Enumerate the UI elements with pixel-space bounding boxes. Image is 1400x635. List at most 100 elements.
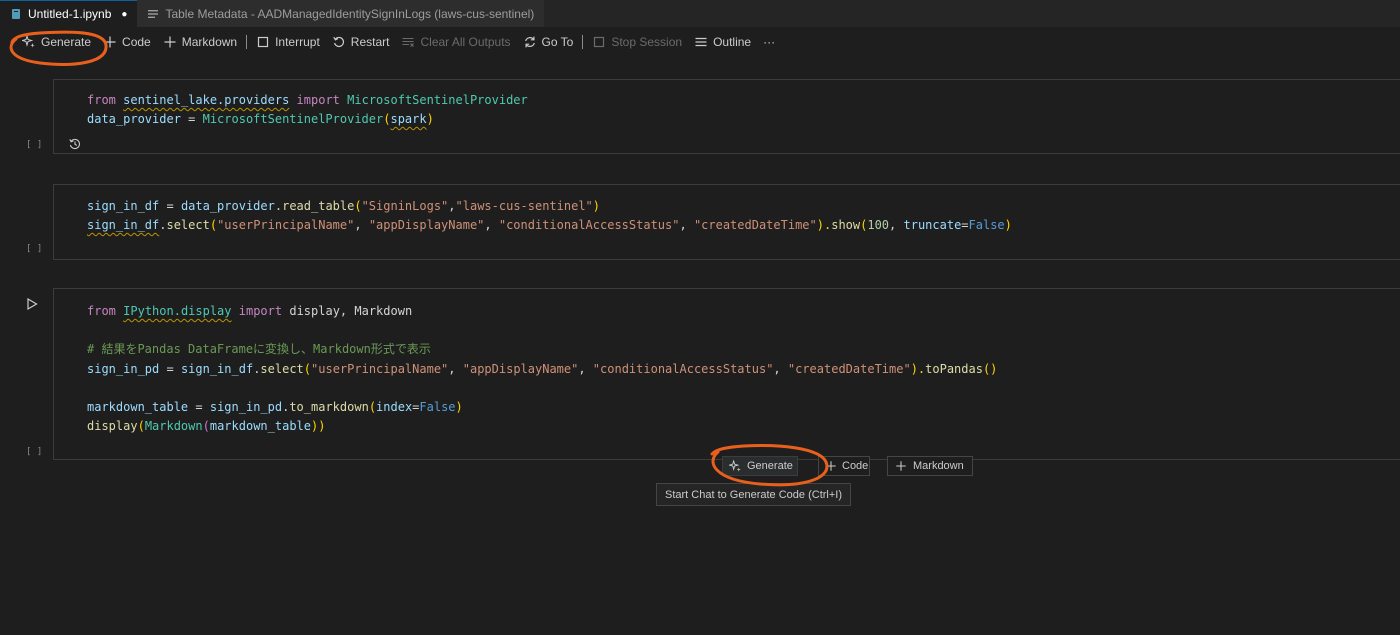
generate-button[interactable]: Generate xyxy=(16,31,97,53)
stop-square-icon xyxy=(256,35,270,49)
token: select xyxy=(260,361,304,376)
token: "userPrincipalName" xyxy=(311,361,449,376)
token: import xyxy=(296,93,340,107)
token: Markdown xyxy=(144,419,203,434)
toolbar-divider xyxy=(246,35,248,49)
token: "SigninLogs" xyxy=(361,199,449,213)
tab-label: Table Metadata - AADManagedIdentitySignI… xyxy=(165,6,535,21)
tab-untitled-notebook[interactable]: Untitled-1.ipynb ● xyxy=(0,0,138,27)
token: "conditionalAccessStatus" xyxy=(498,218,680,233)
token: "appDisplayName" xyxy=(368,218,485,233)
token: = xyxy=(961,218,969,233)
token: "laws-cus-sentinel" xyxy=(455,199,593,213)
token: , xyxy=(889,218,904,233)
token: ( xyxy=(137,419,145,434)
restart-button[interactable]: Restart xyxy=(326,31,396,53)
token: markdown_table xyxy=(209,419,311,434)
plus-icon xyxy=(894,459,908,473)
token: display, Markdown xyxy=(289,304,413,318)
token: ). xyxy=(816,218,832,233)
sync-arrows-icon xyxy=(523,35,537,49)
token: to_markdown xyxy=(289,400,369,415)
token: spark xyxy=(390,112,427,127)
code-cell-1[interactable]: from sentinel_lake.providers import Micr… xyxy=(53,79,1400,154)
token: , xyxy=(484,218,499,233)
restart-icon xyxy=(332,35,346,49)
token: display xyxy=(87,419,138,434)
token: )) xyxy=(311,419,326,434)
token: "appDisplayName" xyxy=(462,361,579,376)
go-to-button[interactable]: Go To xyxy=(517,31,580,53)
add-markdown-button[interactable]: Markdown xyxy=(157,31,243,53)
token: , xyxy=(448,199,456,213)
insert-markdown-button[interactable]: Markdown xyxy=(887,456,973,476)
token: data_provider xyxy=(180,199,275,213)
notebook-icon xyxy=(10,8,22,20)
token: ( xyxy=(202,419,210,434)
stop-session-label: Stop Session xyxy=(611,35,683,49)
outline-button[interactable]: Outline xyxy=(688,31,757,53)
tab-label: Untitled-1.ipynb xyxy=(28,7,112,21)
token: = xyxy=(188,400,210,415)
insert-generate-button[interactable]: Generate xyxy=(722,456,798,476)
token: toPandas xyxy=(925,361,983,376)
token: MicrosoftSentinelProvider xyxy=(202,112,384,127)
cell-3-source[interactable]: from IPython.display import display, Mar… xyxy=(87,302,997,436)
token: read_table xyxy=(282,199,355,213)
clear-all-outputs-button[interactable]: Clear All Outputs xyxy=(395,31,516,53)
run-cell-play-icon[interactable] xyxy=(25,297,39,311)
more-actions-button[interactable]: ··· xyxy=(757,31,781,53)
clear-all-icon xyxy=(401,35,415,49)
tab-table-metadata[interactable]: Table Metadata - AADManagedIdentitySignI… xyxy=(137,0,546,27)
cell-2-source[interactable]: sign_in_df = data_provider.read_table("S… xyxy=(87,197,1012,235)
execution-count: [ ] xyxy=(26,140,43,150)
token: = xyxy=(180,112,203,127)
token: "createdDateTime" xyxy=(693,218,817,233)
insert-generate-label: Generate xyxy=(747,460,793,472)
token: # 結果をPandas DataFrameに変換し、Markdown形式で表示 xyxy=(87,342,431,357)
insert-code-label: Code xyxy=(842,460,869,472)
token: , xyxy=(448,361,463,376)
stop-square-icon xyxy=(592,35,606,49)
token: "createdDateTime" xyxy=(787,361,911,376)
token: "conditionalAccessStatus" xyxy=(592,361,774,376)
restart-label: Restart xyxy=(350,35,390,49)
list-icon xyxy=(147,8,159,20)
token: False xyxy=(968,218,1005,233)
token: IPython.display xyxy=(123,304,232,318)
code-cell-3[interactable]: from IPython.display import display, Mar… xyxy=(53,288,1400,460)
token: show xyxy=(831,218,861,233)
unsaved-dot-icon[interactable]: ● xyxy=(121,9,127,20)
sparkle-icon xyxy=(22,35,36,49)
token: sign_in_pd xyxy=(209,400,283,415)
token: MicrosoftSentinelProvider xyxy=(347,93,528,107)
token: ) xyxy=(592,199,601,213)
more-ellipsis-icon: ··· xyxy=(763,35,776,49)
token: ) xyxy=(1004,218,1012,233)
generate-tooltip: Start Chat to Generate Code (Ctrl+I) xyxy=(656,483,851,506)
token: 100 xyxy=(867,218,890,233)
token: "userPrincipalName" xyxy=(217,218,355,233)
interrupt-button[interactable]: Interrupt xyxy=(250,31,326,53)
token: ) xyxy=(455,400,463,415)
plus-icon xyxy=(163,35,177,49)
token: import xyxy=(238,304,283,318)
token: sentinel_lake.providers xyxy=(123,93,290,107)
cell-1-source[interactable]: from sentinel_lake.providers import Micr… xyxy=(87,91,528,129)
token: ). xyxy=(910,361,926,376)
insert-code-button[interactable]: Code xyxy=(818,456,870,476)
plus-icon xyxy=(103,35,117,49)
token: data_provider xyxy=(87,112,181,127)
toolbar-divider xyxy=(582,35,584,49)
sparkle-icon xyxy=(729,459,742,473)
token: sign_in_pd xyxy=(87,361,160,376)
token: () xyxy=(982,361,998,376)
interrupt-label: Interrupt xyxy=(275,35,320,49)
stop-session-button[interactable]: Stop Session xyxy=(586,31,688,53)
execution-history-icon[interactable] xyxy=(68,137,82,151)
token: = xyxy=(159,361,181,376)
add-code-button[interactable]: Code xyxy=(97,31,157,53)
token: , xyxy=(773,361,788,376)
code-cell-2[interactable]: sign_in_df = data_provider.read_table("S… xyxy=(53,184,1400,260)
token: markdown_table xyxy=(87,400,189,415)
